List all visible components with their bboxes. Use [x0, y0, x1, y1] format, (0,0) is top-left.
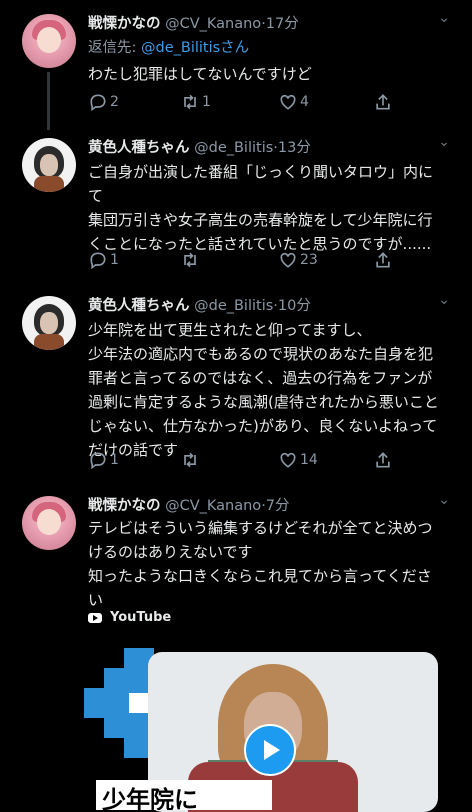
share-button[interactable]: [373, 250, 393, 270]
card-source-label: YouTube: [110, 610, 172, 625]
retweet-icon: [184, 452, 196, 468]
reply-icon: [90, 94, 106, 112]
timestamp[interactable]: ·17分: [261, 16, 299, 32]
display-name[interactable]: 黄色人種ちゃん: [88, 298, 190, 314]
tweet-3[interactable]: 黄色人種ちゃん @de_Bilitis·10分 ⌄ 少年院を出て更生されたと仰っ…: [0, 290, 472, 480]
heart-icon: [280, 452, 296, 468]
reply-button[interactable]: 1: [88, 250, 119, 270]
card-source: YouTube: [88, 610, 171, 625]
chevron-down-icon[interactable]: ⌄: [438, 134, 450, 150]
avatar[interactable]: [22, 138, 76, 192]
tweet-text: テレビはそういう編集するけどそれが全てと決めつ けるのはありえないです 知ったよ…: [88, 519, 433, 609]
reply-button[interactable]: 1: [88, 450, 119, 470]
user-handle[interactable]: @de_Bilitis: [194, 140, 273, 156]
tweet-text: ご自身が出演した番組「じっくり聞いタロウ」内に て 集団万引きや女子高生の売春幹…: [88, 163, 434, 253]
tweet-actions: 1 14: [88, 450, 398, 472]
tweet-actions: 1 23: [88, 250, 398, 272]
like-count: 23: [300, 252, 318, 268]
tweet-header: 黄色人種ちゃん @de_Bilitis·10分: [88, 294, 311, 315]
display-name[interactable]: 戦慄かなの: [88, 16, 161, 32]
heart-icon: [280, 94, 296, 110]
timestamp[interactable]: ·13分: [273, 140, 311, 156]
tweet-header: 戦慄かなの @CV_Kanano·17分: [88, 12, 299, 33]
chevron-down-icon[interactable]: ⌄: [438, 10, 450, 26]
retweet-button[interactable]: [180, 450, 200, 470]
display-name[interactable]: 黄色人種ちゃん: [88, 140, 190, 156]
tweet-text: 少年院を出て更生されたと仰ってますし、 少年法の適応内でもあるので現状のあなた自…: [88, 321, 439, 459]
reply-count: 2: [110, 94, 119, 110]
share-button[interactable]: [373, 92, 393, 112]
tweet-actions: 2 1 4: [88, 92, 398, 114]
video-caption: 少年院に: [96, 780, 272, 810]
share-button[interactable]: [373, 450, 393, 470]
avatar[interactable]: [22, 14, 76, 68]
user-handle[interactable]: @CV_Kanano: [165, 16, 261, 32]
play-icon[interactable]: [244, 724, 296, 776]
retweet-count: 1: [202, 94, 211, 110]
user-handle[interactable]: @CV_Kanano: [165, 498, 261, 514]
heart-icon: [280, 252, 296, 268]
chevron-down-icon[interactable]: ⌄: [438, 292, 450, 308]
tweet-header: 戦慄かなの @CV_Kanano·7分: [88, 494, 290, 515]
like-button[interactable]: 23: [278, 250, 318, 270]
retweet-button[interactable]: [180, 250, 200, 270]
reply-icon: [90, 452, 106, 470]
like-count: 4: [300, 94, 309, 110]
reply-icon: [90, 252, 106, 270]
share-icon: [376, 452, 390, 468]
reply-to-label: 返信先:: [88, 40, 141, 56]
timestamp[interactable]: ·10分: [273, 298, 311, 314]
retweet-icon: [184, 252, 196, 268]
chevron-down-icon[interactable]: ⌄: [438, 492, 450, 508]
retweet-button[interactable]: 1: [180, 92, 211, 112]
reply-count: 1: [110, 252, 119, 268]
avatar[interactable]: [22, 496, 76, 550]
timestamp[interactable]: ·7分: [261, 498, 289, 514]
tweet-text: わたし犯罪はしてないんですけど: [88, 65, 312, 83]
reply-to-line: 返信先: @de_Bilitisさん: [88, 36, 249, 57]
reply-count: 1: [110, 452, 119, 468]
avatar[interactable]: [22, 296, 76, 350]
tweet-2[interactable]: 黄色人種ちゃん @de_Bilitis·13分 ⌄ ご自身が出演した番組「じっく…: [0, 130, 472, 280]
share-icon: [376, 94, 390, 110]
youtube-icon: [88, 612, 102, 623]
display-name[interactable]: 戦慄かなの: [88, 498, 161, 514]
reply-button[interactable]: 2: [88, 92, 119, 112]
tweet-header: 黄色人種ちゃん @de_Bilitis·13分: [88, 136, 311, 157]
retweet-icon: [184, 94, 196, 110]
share-icon: [376, 252, 390, 268]
like-button[interactable]: 4: [278, 92, 309, 112]
like-button[interactable]: 14: [278, 450, 318, 470]
like-count: 14: [300, 452, 318, 468]
user-handle[interactable]: @de_Bilitis: [194, 298, 273, 314]
tweet-1[interactable]: 戦慄かなの @CV_Kanano·17分 ⌄ 返信先: @de_Bilitisさ…: [0, 0, 472, 120]
mention-link[interactable]: @de_Bilitisさん: [141, 40, 249, 56]
